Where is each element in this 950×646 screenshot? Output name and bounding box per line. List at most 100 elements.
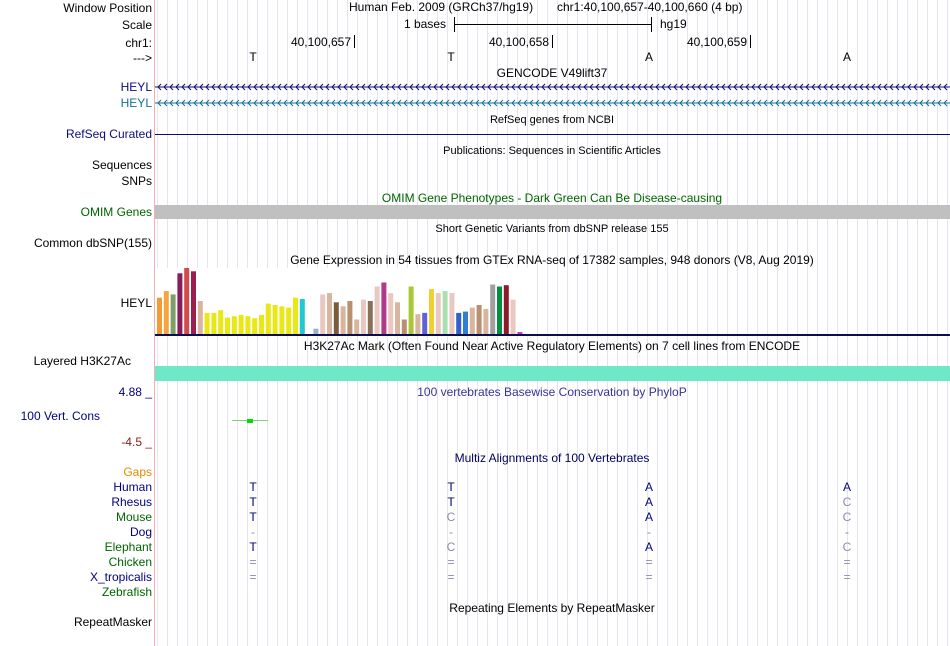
- species-label-human[interactable]: Human: [113, 480, 152, 494]
- gtex-bar[interactable]: [449, 293, 455, 334]
- gtex-bar[interactable]: [347, 301, 353, 334]
- track-label-snps[interactable]: SNPs: [121, 174, 152, 188]
- refseq-gene-line[interactable]: [155, 134, 950, 135]
- gtex-bar[interactable]: [184, 268, 190, 334]
- phylop-score-mark[interactable]: [247, 419, 253, 423]
- gtex-bar[interactable]: [497, 286, 502, 335]
- gtex-bar[interactable]: [463, 311, 468, 334]
- gtex-bar[interactable]: [191, 271, 196, 334]
- track-label-repeatmasker[interactable]: RepeatMasker: [74, 615, 152, 629]
- gtex-bar[interactable]: [259, 314, 264, 334]
- reference-base: T: [249, 50, 257, 64]
- scale-text: 1 bases: [404, 17, 447, 31]
- gtex-bar[interactable]: [354, 319, 360, 335]
- species-label-zebrafish[interactable]: Zebrafish: [102, 585, 152, 599]
- gtex-bar[interactable]: [367, 301, 373, 334]
- gtex-bar[interactable]: [456, 312, 462, 334]
- gtex-bar[interactable]: [408, 286, 414, 335]
- track-label-publications[interactable]: Sequences: [92, 158, 152, 172]
- gtex-bar[interactable]: [272, 305, 278, 334]
- gtex-bar[interactable]: [204, 312, 210, 334]
- gencode-transcript-2[interactable]: [155, 99, 950, 107]
- gtex-bar[interactable]: [401, 319, 407, 335]
- gtex-bar[interactable]: [177, 273, 183, 334]
- omim-title: OMIM Gene Phenotypes - Dark Green Can Be…: [381, 191, 723, 205]
- gtex-bar[interactable]: [327, 293, 332, 334]
- gtex-bar[interactable]: [340, 306, 346, 334]
- gencode-transcripts[interactable]: [155, 82, 950, 108]
- gtex-bar[interactable]: [225, 317, 230, 335]
- gtex-bar[interactable]: [197, 301, 203, 334]
- gtex-bar[interactable]: [286, 307, 292, 334]
- track-label-dbsnp[interactable]: Common dbSNP(155): [34, 236, 152, 250]
- dbsnp-title: Short Genetic Variants from dbSNP releas…: [435, 223, 669, 235]
- gtex-bar[interactable]: [388, 293, 394, 334]
- gtex-bar[interactable]: [476, 305, 482, 334]
- track-label-refseq[interactable]: RefSeq Curated: [66, 127, 152, 141]
- species-label-mouse[interactable]: Mouse: [116, 510, 152, 524]
- track-label-gencode-2[interactable]: HEYL: [121, 96, 152, 110]
- gtex-bar[interactable]: [218, 310, 224, 334]
- gtex-bar[interactable]: [435, 293, 441, 334]
- gtex-bar[interactable]: [490, 284, 496, 335]
- track-label-gencode-1[interactable]: HEYL: [121, 80, 152, 94]
- gtex-bar[interactable]: [510, 299, 516, 334]
- gtex-bar[interactable]: [395, 302, 400, 334]
- gtex-bar[interactable]: [415, 314, 421, 334]
- gtex-bar[interactable]: [483, 308, 489, 334]
- species-label-chicken[interactable]: Chicken: [109, 555, 152, 569]
- gtex-bar-chart[interactable]: [155, 266, 555, 334]
- window-position-label: Window Position: [63, 1, 152, 15]
- gtex-bar[interactable]: [252, 318, 258, 334]
- alignment-base: -: [251, 525, 255, 539]
- species-label-dog[interactable]: Dog: [130, 525, 152, 539]
- gtex-bar[interactable]: [231, 316, 237, 334]
- refseq-title: RefSeq genes from NCBI: [489, 114, 615, 126]
- gtex-bar[interactable]: [299, 299, 305, 334]
- gencode-title: GENCODE V49lift37: [496, 66, 608, 80]
- species-label-elephant[interactable]: Elephant: [105, 540, 152, 554]
- gtex-bar[interactable]: [374, 286, 380, 335]
- gtex-bar[interactable]: [265, 303, 271, 334]
- track-label-h3k27ac[interactable]: Layered H3K27Ac: [34, 354, 131, 368]
- gtex-bar[interactable]: [361, 299, 366, 334]
- phylop-title: 100 vertebrates Basewise Conservation by…: [417, 385, 687, 399]
- gtex-bar[interactable]: [211, 312, 217, 334]
- gtex-bar[interactable]: [157, 297, 162, 334]
- alignment-base: A: [644, 540, 654, 554]
- alignment-base: A: [644, 480, 654, 494]
- gencode-transcript-1[interactable]: [155, 83, 950, 91]
- gtex-bar[interactable]: [293, 297, 298, 334]
- alignment-base: C: [842, 540, 852, 554]
- gtex-bar[interactable]: [429, 289, 434, 334]
- species-label-x_tropicalis[interactable]: X_tropicalis: [90, 570, 152, 584]
- track-label-omim[interactable]: OMIM Genes: [81, 205, 152, 219]
- gtex-bar[interactable]: [238, 314, 244, 334]
- alignment-base: -: [845, 525, 849, 539]
- gtex-bar[interactable]: [381, 282, 387, 335]
- omim-feature-bar[interactable]: [155, 205, 950, 219]
- gtex-bar[interactable]: [442, 291, 448, 334]
- chrom-label: chr1:: [125, 36, 152, 50]
- gtex-bar[interactable]: [422, 312, 428, 334]
- track-label-gaps[interactable]: Gaps: [123, 465, 152, 479]
- gtex-bar[interactable]: [245, 316, 251, 334]
- gtex-bar[interactable]: [503, 285, 509, 334]
- track-label-phylop[interactable]: 100 Vert. Cons: [21, 409, 100, 423]
- position-label[interactable]: chr1:40,100,657-40,100,660 (4 bp): [557, 0, 742, 14]
- gtex-bar[interactable]: [333, 302, 339, 334]
- alignment-base: =: [249, 555, 257, 569]
- ruler-tick: [552, 35, 553, 48]
- scale-bar: [454, 24, 652, 25]
- gtex-bar[interactable]: [170, 294, 176, 334]
- alignment-base: T: [249, 510, 257, 524]
- gtex-bar[interactable]: [279, 306, 285, 334]
- gtex-bar[interactable]: [163, 291, 169, 334]
- h3k27ac-signal[interactable]: [155, 366, 950, 381]
- ruler-tick-label: 40,100,657: [290, 35, 351, 49]
- alignment-base: =: [843, 555, 851, 569]
- gtex-bar[interactable]: [469, 307, 475, 334]
- gtex-bar[interactable]: [320, 294, 326, 334]
- species-label-rhesus[interactable]: Rhesus: [111, 495, 152, 509]
- track-label-gtex[interactable]: HEYL: [121, 296, 152, 310]
